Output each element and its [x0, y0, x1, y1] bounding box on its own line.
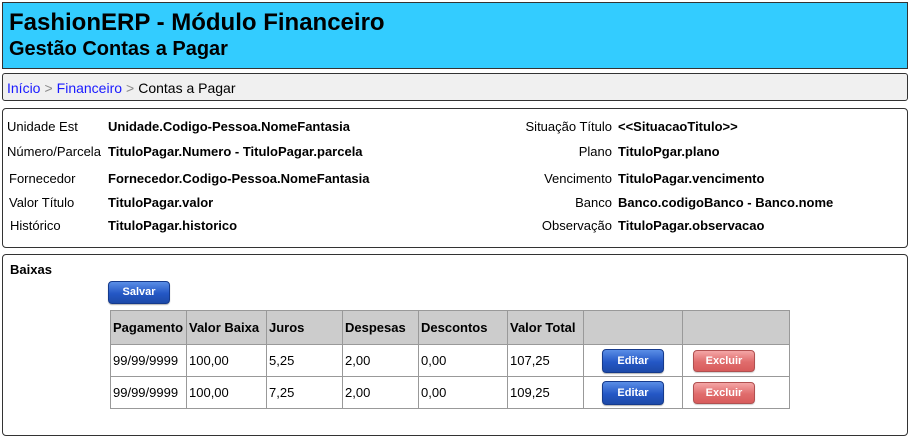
cell-pagamento: 99/99/9999 — [110, 344, 187, 377]
edit-button[interactable]: Editar — [602, 349, 664, 373]
label-numero-parcela: Número/Parcela — [7, 144, 101, 159]
cell-descontos: 0,00 — [418, 344, 508, 377]
cell-juros: 5,25 — [266, 344, 343, 377]
cell-valor-baixa: 100,00 — [186, 376, 267, 409]
cell-despesas: 2,00 — [342, 344, 419, 377]
table-row: 99/99/9999 100,00 7,25 2,00 0,00 109,25 … — [110, 376, 790, 409]
label-unidade-est: Unidade Est — [7, 119, 78, 134]
baixas-title: Baixas — [10, 262, 52, 277]
label-valor-titulo: Valor Título — [9, 195, 75, 210]
value-unidade-est: Unidade.Codigo-Pessoa.NomeFantasia — [108, 119, 350, 134]
value-fornecedor: Fornecedor.Codigo-Pessoa.NomeFantasia — [108, 171, 370, 186]
delete-button[interactable]: Excluir — [693, 350, 755, 372]
column-header-edit — [583, 310, 683, 345]
cell-valor-total: 107,25 — [507, 344, 584, 377]
value-situacao-titulo: <<SituacaoTitulo>> — [618, 119, 738, 134]
cell-delete-action: Excluir — [682, 376, 790, 409]
cell-valor-baixa: 100,00 — [186, 344, 267, 377]
cell-delete-action: Excluir — [682, 344, 790, 377]
column-header-despesas: Despesas — [342, 310, 419, 345]
app-title: FashionERP - Módulo Financeiro — [9, 9, 385, 36]
breadcrumb-link-financeiro[interactable]: Financeiro — [57, 80, 122, 96]
cell-despesas: 2,00 — [342, 376, 419, 409]
label-situacao-titulo: Situação Título — [525, 119, 612, 134]
breadcrumb-link-inicio[interactable]: Início — [7, 80, 40, 96]
value-plano: TituloPgar.plano — [618, 144, 720, 159]
cell-pagamento: 99/99/9999 — [110, 376, 187, 409]
label-historico: Histórico — [10, 218, 61, 233]
delete-button[interactable]: Excluir — [693, 382, 755, 404]
column-header-valor-total: Valor Total — [507, 310, 584, 345]
edit-button[interactable]: Editar — [602, 381, 664, 405]
column-header-juros: Juros — [266, 310, 343, 345]
column-header-descontos: Descontos — [418, 310, 508, 345]
value-banco: Banco.codigoBanco - Banco.nome — [618, 195, 834, 210]
label-fornecedor: Fornecedor — [9, 171, 76, 186]
value-historico: TituloPagar.historico — [108, 218, 238, 233]
value-observacao: TituloPagar.observacao — [618, 218, 765, 233]
breadcrumb-current: Contas a Pagar — [138, 80, 236, 96]
cell-valor-total: 109,25 — [507, 376, 584, 409]
breadcrumb: Início > Financeiro > Contas a Pagar — [2, 73, 908, 101]
value-valor-titulo: TituloPagar.valor — [108, 195, 214, 210]
value-vencimento: TituloPagar.vencimento — [618, 171, 765, 186]
table-header-row: Pagamento Valor Baixa Juros Despesas Des… — [110, 310, 790, 345]
table-row: 99/99/9999 100,00 5,25 2,00 0,00 107,25 … — [110, 344, 790, 377]
label-vencimento: Vencimento — [544, 171, 612, 186]
label-banco: Banco — [575, 195, 612, 210]
app-header: FashionERP - Módulo Financeiro Gestão Co… — [2, 2, 908, 69]
cell-edit-action: Editar — [583, 376, 683, 409]
column-header-pagamento: Pagamento — [110, 310, 187, 345]
baixas-panel: Baixas Salvar Pagamento Valor Baixa Juro… — [2, 254, 908, 436]
baixas-table: Pagamento Valor Baixa Juros Despesas Des… — [110, 310, 790, 409]
save-button[interactable]: Salvar — [108, 281, 170, 304]
label-plano: Plano — [578, 144, 612, 159]
page-subtitle: Gestão Contas a Pagar — [9, 38, 228, 60]
value-numero-parcela: TituloPagar.Numero - TituloPagar.parcela — [108, 144, 363, 159]
breadcrumb-separator: > — [126, 80, 135, 96]
column-header-valor-baixa: Valor Baixa — [186, 310, 267, 345]
cell-descontos: 0,00 — [418, 376, 508, 409]
column-header-delete — [682, 310, 790, 345]
cell-juros: 7,25 — [266, 376, 343, 409]
label-observacao: Observação — [541, 218, 612, 233]
titulo-info-panel: Unidade Est Unidade.Codigo-Pessoa.NomeFa… — [2, 108, 908, 248]
cell-edit-action: Editar — [583, 344, 683, 377]
breadcrumb-separator: > — [44, 80, 53, 96]
